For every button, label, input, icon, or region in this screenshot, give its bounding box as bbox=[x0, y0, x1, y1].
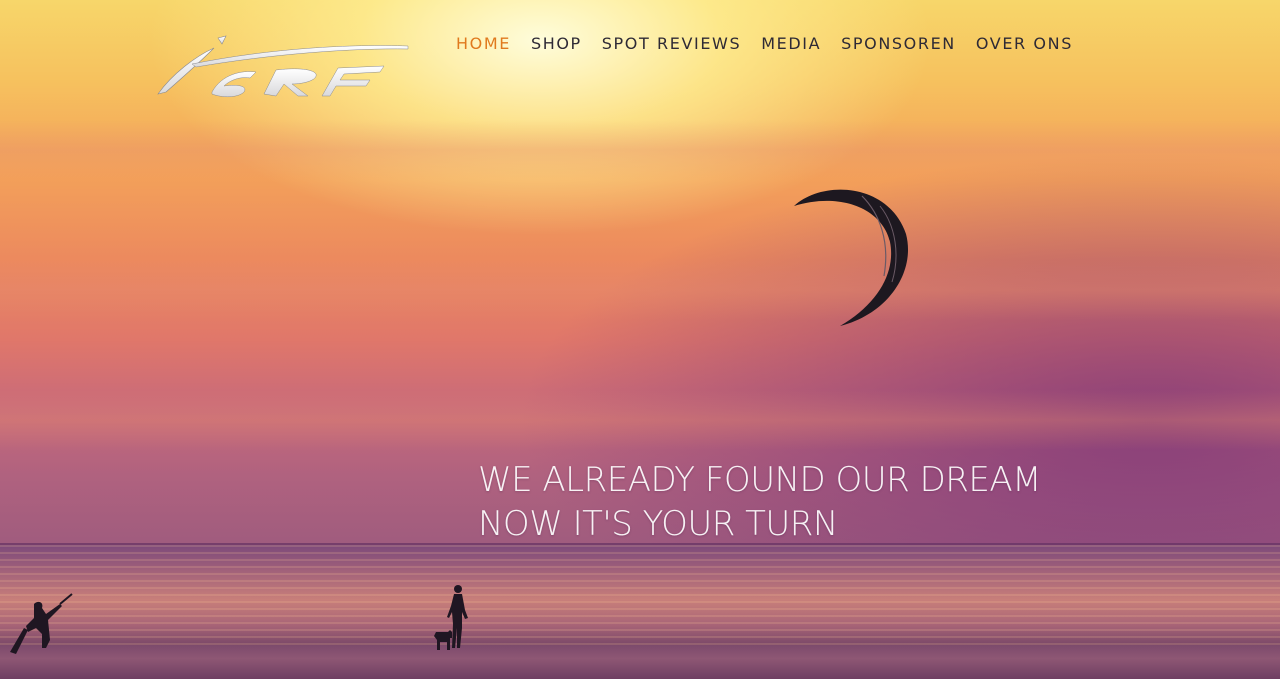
nav-item-media[interactable]: MEDIA bbox=[751, 34, 831, 54]
beach bbox=[0, 645, 1280, 679]
nav-item-home[interactable]: HOME bbox=[446, 34, 521, 54]
cloud-band bbox=[0, 260, 1280, 320]
hero-section: HOME SHOP SPOT REVIEWS MEDIA SPONSOREN O… bbox=[0, 0, 1280, 679]
logo-icon bbox=[157, 35, 409, 97]
main-nav: HOME SHOP SPOT REVIEWS MEDIA SPONSOREN O… bbox=[446, 34, 1083, 54]
cloud-band bbox=[0, 120, 1280, 180]
nav-item-spot-reviews[interactable]: SPOT REVIEWS bbox=[592, 34, 751, 54]
hero-tagline: WE ALREADY FOUND OUR DREAM NOW IT'S YOUR… bbox=[478, 458, 1041, 546]
kite-icon bbox=[794, 189, 909, 326]
nav-item-sponsoren[interactable]: SPONSOREN bbox=[831, 34, 966, 54]
site-logo[interactable] bbox=[152, 34, 410, 100]
kitesurfer-icon bbox=[10, 593, 73, 654]
cloud-band bbox=[0, 390, 1280, 450]
tagline-line-2: NOW IT'S YOUR TURN bbox=[478, 504, 838, 544]
person-with-dog-icon bbox=[434, 585, 468, 650]
nav-item-over-ons[interactable]: OVER ONS bbox=[966, 34, 1083, 54]
tagline-line-1: WE ALREADY FOUND OUR DREAM bbox=[478, 460, 1041, 500]
sea bbox=[0, 545, 1280, 645]
nav-item-shop[interactable]: SHOP bbox=[521, 34, 592, 54]
